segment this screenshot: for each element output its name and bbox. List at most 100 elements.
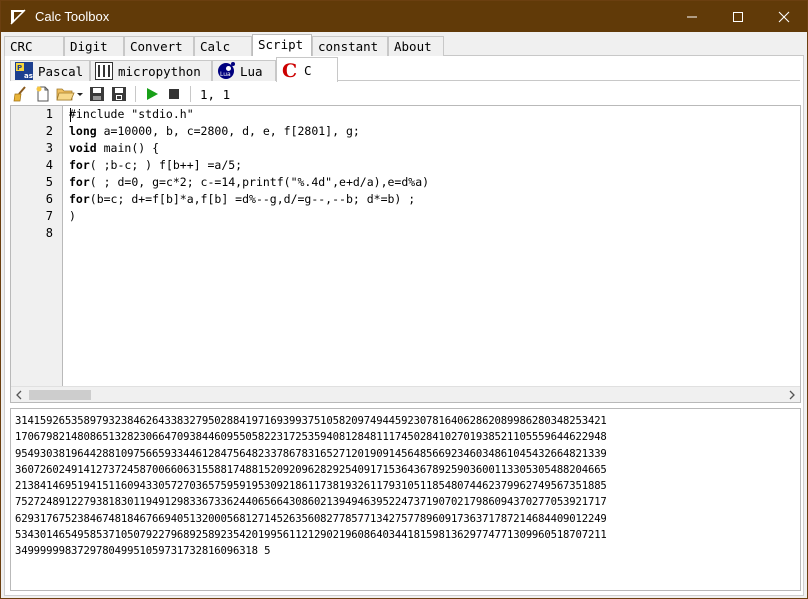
code-line: #include "stdio.h" [69,106,789,123]
code-text: ( ; d=0, g=c*2; c-=14,printf("%.4d",e+d/… [89,175,430,189]
lua-icon: Lua [218,62,235,79]
text-caret [70,108,71,122]
code-line: for( ; d=0, g=c*2; c-=14,printf("%.4d",e… [69,174,789,191]
toolbar-separator [135,86,136,102]
minimize-icon [687,16,697,17]
svg-text:Lua: Lua [220,71,231,78]
stop-button[interactable] [163,83,185,105]
line-number: 2 [45,124,53,138]
code-keyword: for [69,192,90,206]
tab-constant[interactable]: constant [312,36,388,56]
code-text: ) [69,209,76,223]
tab-digit[interactable]: Digit [64,36,124,56]
output-line: 6293176752384674818467669405132000568127… [15,512,607,525]
tab-calc[interactable]: Calc [194,36,252,56]
output-line: 5343014654958537105079227968925892354201… [15,529,607,542]
output-console[interactable]: 3141592653589793238462643383279502884197… [10,408,801,591]
code-keyword: long [69,124,97,138]
maximize-icon [733,11,743,22]
code-line: ) [69,208,789,225]
save-button[interactable] [86,83,108,105]
pascal-icon: P as [15,62,33,80]
save-as-icon [112,87,126,101]
code-line: void main() { [69,140,789,157]
new-file-button[interactable] [32,83,54,105]
tab-micropython-label: micropython [118,63,201,79]
close-button[interactable] [761,1,807,32]
output-line: 2138414695194151160943305727036575959195… [15,480,607,493]
line-number: 7 [45,209,53,223]
line-number: 3 [45,141,53,155]
tab-crc[interactable]: CRC [4,36,64,56]
code-line: for(b=c; d+=f[b]*a,f[b] =d%--g,d/=g--,--… [69,191,789,208]
save-icon [90,87,104,101]
open-folder-icon [56,88,83,101]
svg-text:C: C [282,60,297,80]
line-number-gutter: 1 2 3 4 5 6 7 8 [11,106,63,386]
scroll-right-icon[interactable] [786,389,798,401]
run-button[interactable] [141,83,163,105]
tab-lua[interactable]: Lua Lua [212,60,276,81]
code-text: (b=c; d+=f[b]*a,f[b] =d%--g,d/=g--,--b; … [89,192,416,206]
line-number: 8 [45,226,53,240]
new-file-icon [36,86,49,102]
play-icon [147,88,158,100]
tab-c[interactable]: C C [276,57,338,82]
output-line: 1706798214808651328230664709384460955058… [15,431,607,444]
tab-micropython[interactable]: micropython [90,60,212,81]
code-keyword: void [69,141,97,155]
app-window: Calc Toolbox CRC Digit Convert Calc Scri… [0,0,808,599]
line-number: 1 [45,107,53,121]
tab-convert[interactable]: Convert [124,36,194,56]
clear-button[interactable] [10,83,32,105]
code-keyword: for [69,158,90,172]
scroll-left-icon[interactable] [13,389,25,401]
output-line: 349999998372978049951059731732816096318 … [15,545,271,558]
code-text: #include "stdio.h" [69,107,194,121]
script-language-tab-bar: P as Pascal micropython Lua Lua C C [10,57,800,82]
tab-pascal[interactable]: P as Pascal [10,60,90,81]
app-logo-icon [9,8,27,26]
line-number: 4 [45,158,53,172]
line-number: 5 [45,175,53,189]
toolbar-separator [190,86,191,102]
cursor-position: 1, 1 [200,86,231,102]
tab-lua-label: Lua [240,63,263,79]
tab-about[interactable]: About [388,36,444,56]
code-keyword: for [69,175,90,189]
svg-text:as: as [24,72,33,80]
editor-toolbar: 1, 1 [10,83,800,105]
maximize-button[interactable] [715,1,761,32]
line-number: 6 [45,192,53,206]
tab-script[interactable]: Script [252,34,312,57]
close-icon [778,11,790,22]
title-bar[interactable]: Calc Toolbox [1,1,807,32]
code-line: long a=10000, b, c=2800, d, e, f[2801], … [69,123,789,140]
horizontal-scrollbar[interactable] [11,386,800,402]
minimize-button[interactable] [669,1,715,32]
code-text: ( ;b-c; ) f[b++] =a/5; [89,158,243,172]
tab-pascal-label: Pascal [38,63,84,79]
code-line: for( ;b-c; ) f[b++] =a/5; [69,157,789,174]
tab-c-label: C [304,62,312,78]
open-file-button[interactable] [54,83,86,105]
code-editor[interactable]: 1 2 3 4 5 6 7 8 #include "stdio.h" long a=10000,… [10,105,801,403]
broom-icon [13,86,26,102]
output-line: 3607260249141273724587006606315588174881… [15,463,607,476]
output-line: 3141592653589793238462643383279502884197… [15,415,607,427]
output-line: 9549303819644288109756659334461284756482… [15,447,607,460]
code-text: main() { [96,141,160,155]
main-tab-bar: CRC Digit Convert Calc Script constant A… [4,34,804,57]
micropython-icon [95,62,113,80]
code-text: a=10000, b, c=2800, d, e, f[2801], g; [96,124,360,138]
stop-icon [169,89,179,99]
script-panel: P as Pascal micropython Lua Lua C C 1, 1… [4,56,804,596]
code-area[interactable]: #include "stdio.h" long a=10000, b, c=280… [69,106,789,386]
svg-text:P: P [17,64,22,72]
output-line: 7527248912279381830119491298336733624406… [15,496,607,509]
c-language-icon: C [282,60,297,80]
scrollbar-thumb[interactable] [29,390,91,400]
window-title: Calc Toolbox [35,9,110,24]
save-as-button[interactable] [108,83,130,105]
